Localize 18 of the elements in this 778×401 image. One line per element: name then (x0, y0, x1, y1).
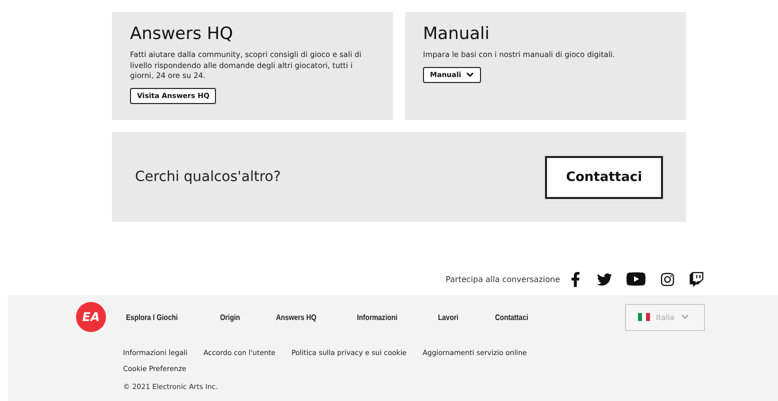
contact-button[interactable]: Contattaci (545, 156, 663, 198)
logo[interactable]: EA (76, 302, 106, 332)
flag-icon (638, 313, 650, 321)
nav-link[interactable]: Lavori (438, 312, 458, 322)
nav-link[interactable]: Contattaci (494, 312, 528, 322)
card-title: Answers HQ (130, 24, 234, 44)
chevron-icon (466, 72, 474, 78)
card-title: Manuali (423, 24, 490, 44)
nav-link[interactable]: Origin (220, 312, 240, 322)
nav-link[interactable]: Informazioni (357, 312, 398, 322)
camera-icon[interactable] (660, 272, 675, 286)
chat-icon[interactable] (689, 272, 704, 286)
chevron-icon (680, 314, 689, 320)
nav-link[interactable]: Answers HQ (276, 312, 317, 322)
nav-link[interactable]: Esplora I Giochi (126, 312, 178, 322)
banner-text: Cerchi qualcos'altro? (135, 169, 281, 185)
social-label: Partecipa alla conversazione (446, 274, 560, 284)
bird-icon[interactable] (597, 272, 612, 286)
